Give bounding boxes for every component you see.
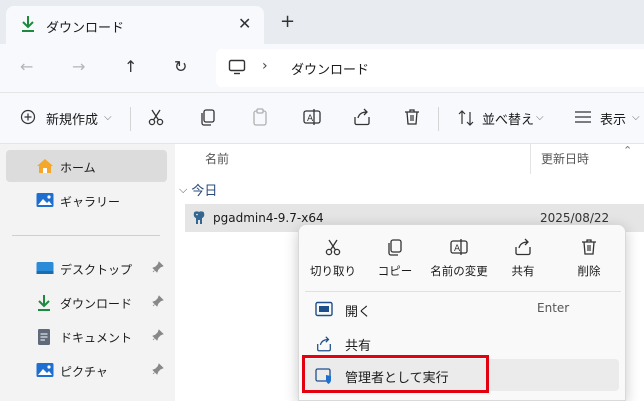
cut-icon[interactable]: [146, 107, 166, 130]
sidebar-item-home[interactable]: ホーム: [6, 150, 167, 182]
share-icon[interactable]: [352, 107, 372, 130]
sidebar-item-label: ホーム: [60, 161, 96, 175]
pgadmin-elephant-icon: [191, 210, 207, 229]
file-name: pgadmin4-9.7-x64: [213, 211, 324, 225]
view-icon: [574, 110, 592, 127]
chevron-up-icon: ⌃: [623, 144, 633, 157]
command-bar: 新規作成 ⌵ A 並べ替え ⌵ 表示 ⌵: [0, 92, 644, 144]
desktop-icon: [36, 260, 54, 279]
navigation-bar: ← → ↑ ↻ › ダウンロード: [0, 44, 644, 92]
copy-icon: [385, 237, 405, 260]
new-button[interactable]: 新規作成: [46, 109, 98, 128]
toolbar-divider: [130, 107, 131, 131]
cut-icon: [323, 237, 343, 260]
home-icon: [36, 158, 54, 177]
plus-circle-icon: [20, 109, 36, 128]
copy-icon[interactable]: [198, 107, 218, 130]
sidebar-item-pictures[interactable]: ピクチャ: [6, 354, 167, 386]
monitor-icon: [228, 59, 246, 78]
paste-icon[interactable]: [250, 107, 270, 130]
toolbar-divider: [438, 107, 439, 131]
forward-button[interactable]: →: [72, 57, 85, 76]
tab-strip: ダウンロード ✕ +: [0, 0, 644, 44]
chevron-down-icon: ⌵: [632, 112, 640, 123]
rename-icon[interactable]: A: [302, 107, 322, 130]
sidebar-item-downloads[interactable]: ダウンロード: [6, 286, 167, 318]
quick-action-label: 切り取り: [310, 264, 356, 278]
up-button[interactable]: ↑: [124, 57, 137, 76]
quick-action-label: 共有: [511, 264, 535, 278]
column-header-date[interactable]: 更新日時: [541, 150, 589, 167]
pin-icon[interactable]: [152, 363, 164, 378]
address-bar[interactable]: › ダウンロード: [216, 49, 644, 87]
close-tab-button[interactable]: ✕: [238, 14, 251, 33]
context-rename-button[interactable]: A 名前の変更: [429, 233, 489, 285]
sidebar-divider: [12, 235, 160, 236]
pin-icon[interactable]: [152, 295, 164, 310]
column-header-name[interactable]: 名前: [205, 150, 229, 167]
new-tab-button[interactable]: +: [280, 11, 295, 32]
tab-downloads[interactable]: ダウンロード ✕: [6, 6, 264, 44]
sidebar-item-label: ピクチャ: [60, 365, 108, 379]
navigation-pane: ホーム ギャラリー デスクトップ ダウンロード ドキュメント ピクチャ: [0, 144, 175, 401]
breadcrumb-downloads[interactable]: ダウンロード: [291, 59, 369, 78]
context-share-button[interactable]: 共有: [493, 233, 553, 285]
sidebar-item-documents[interactable]: ドキュメント: [6, 320, 167, 352]
group-header-today[interactable]: ⌵ 今日: [179, 180, 218, 200]
download-icon: [36, 294, 52, 315]
svg-text:A: A: [454, 244, 461, 254]
chevron-down-icon: ⌵: [104, 112, 112, 123]
svg-text:A: A: [307, 114, 314, 124]
menu-divider: [305, 291, 621, 292]
context-copy-button[interactable]: コピー: [365, 233, 425, 285]
pin-icon[interactable]: [152, 329, 164, 344]
column-divider[interactable]: [530, 144, 531, 174]
group-label: 今日: [191, 184, 218, 199]
pin-icon[interactable]: [152, 261, 164, 276]
sidebar-item-gallery[interactable]: ギャラリー: [6, 184, 167, 216]
quick-action-label: 削除: [577, 264, 601, 278]
menu-item-shortcut: Enter: [537, 301, 570, 315]
tab-title: ダウンロード: [46, 21, 125, 36]
sidebar-item-desktop[interactable]: デスクトップ: [6, 252, 167, 284]
rename-icon: A: [449, 237, 469, 260]
view-button[interactable]: 表示: [600, 109, 626, 128]
quick-action-label: 名前の変更: [430, 264, 488, 278]
chevron-down-icon: ⌵: [179, 182, 188, 196]
sidebar-item-label: デスクトップ: [60, 263, 133, 277]
pictures-icon: [36, 362, 54, 381]
share-icon: [513, 237, 533, 260]
context-delete-button[interactable]: 削除: [559, 233, 619, 285]
context-cut-button[interactable]: 切り取り: [303, 233, 363, 285]
quick-action-label: コピー: [377, 264, 413, 278]
breadcrumb-separator: ›: [262, 58, 268, 74]
menu-item-label: 開く: [345, 305, 372, 320]
menu-item-label: 共有: [345, 339, 372, 354]
open-window-icon: [315, 301, 333, 320]
delete-icon[interactable]: [402, 107, 422, 130]
chevron-down-icon: ⌵: [536, 112, 544, 123]
delete-icon: [579, 237, 599, 260]
refresh-button[interactable]: ↻: [174, 57, 187, 76]
sidebar-item-label: ギャラリー: [60, 195, 121, 209]
sort-icon: [458, 109, 474, 130]
gallery-icon: [36, 192, 54, 211]
sidebar-item-label: ドキュメント: [60, 331, 133, 345]
sidebar-item-label: ダウンロード: [60, 297, 133, 311]
download-icon: [20, 15, 36, 36]
sort-button[interactable]: 並べ替え: [482, 109, 534, 128]
menu-item-open[interactable]: 開く Enter: [305, 293, 619, 325]
share-icon: [315, 335, 333, 356]
back-button[interactable]: ←: [20, 57, 33, 76]
annotation-highlight-box: [302, 355, 489, 393]
document-icon: [36, 328, 52, 349]
